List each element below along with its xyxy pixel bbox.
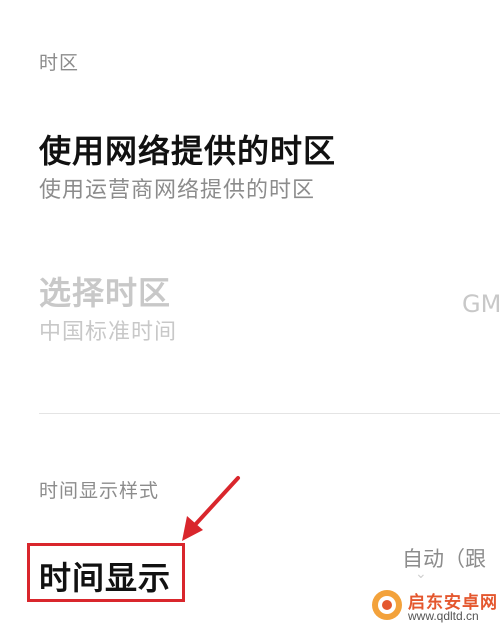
select-timezone-title: 选择时区	[39, 274, 172, 312]
settings-page: 时区 使用网络提供的时区 使用运营商网络提供的时区 选择时区 中国标准时间 GM…	[0, 0, 500, 628]
chevron-down-icon: ⌄	[415, 566, 427, 582]
annotation-highlight-box	[27, 543, 185, 602]
section-header-time-format: 时间显示样式	[39, 480, 160, 502]
select-timezone-subtitle: 中国标准时间	[39, 320, 178, 345]
select-timezone-value: GM	[462, 290, 500, 318]
watermark: 启东安卓网 www.qdltd.cn	[368, 586, 500, 628]
watermark-url: www.qdltd.cn	[408, 609, 479, 623]
section-divider	[39, 413, 500, 414]
watermark-logo-icon	[372, 590, 402, 620]
auto-timezone-title: 使用网络提供的时区	[39, 132, 337, 170]
auto-timezone-subtitle: 使用运营商网络提供的时区	[39, 178, 316, 203]
section-header-timezone: 时区	[39, 52, 80, 74]
